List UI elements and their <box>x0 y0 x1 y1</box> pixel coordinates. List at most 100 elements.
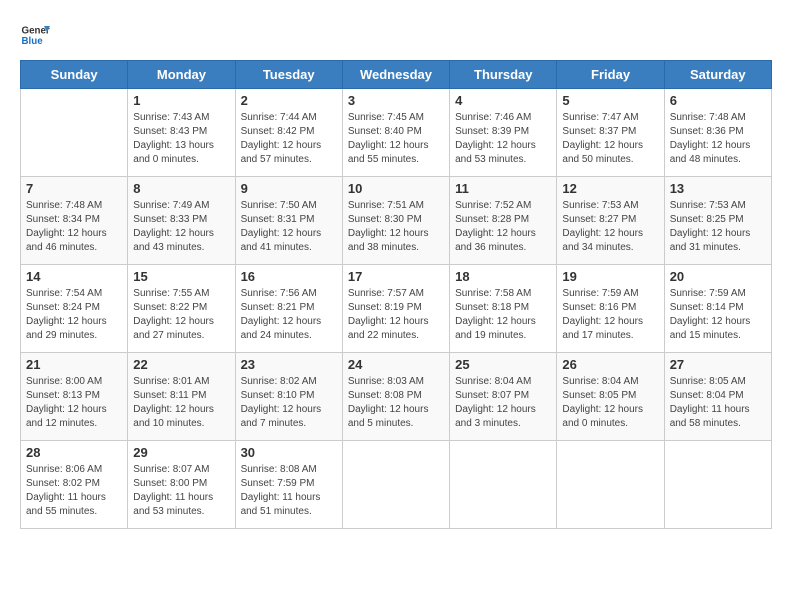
day-number: 21 <box>26 357 122 372</box>
calendar-cell: 2Sunrise: 7:44 AMSunset: 8:42 PMDaylight… <box>235 89 342 177</box>
day-number: 30 <box>241 445 337 460</box>
calendar-week-2: 7 Sunrise: 7:48 AMSunset: 8:34 PMDaylight… <box>21 177 772 265</box>
day-number: 20 <box>670 269 766 284</box>
cell-info: Sunrise: 7:55 AMSunset: 8:22 PMDaylight:… <box>133 287 229 343</box>
calendar-cell: 13 Sunrise: 7:53 AMSunset: 8:25 PMDayligh… <box>664 177 771 265</box>
cell-info: Sunrise: 8:03 AMSunset: 8:08 PMDaylight:… <box>348 375 444 431</box>
logo-icon: General Blue <box>20 20 50 50</box>
calendar-cell: 27 Sunrise: 8:05 AMSunset: 8:04 PMDayligh… <box>664 353 771 441</box>
cell-info: Sunrise: 8:06 AMSunset: 8:02 PMDaylight:… <box>26 463 122 519</box>
cell-info: Sunrise: 7:49 AMSunset: 8:33 PMDaylight:… <box>133 199 229 255</box>
day-header-friday: Friday <box>557 61 664 89</box>
day-number: 13 <box>670 181 766 196</box>
day-number: 28 <box>26 445 122 460</box>
calendar-week-4: 21 Sunrise: 8:00 AMSunset: 8:13 PMDayligh… <box>21 353 772 441</box>
cell-info: Sunrise: 7:59 AMSunset: 8:14 PMDaylight:… <box>670 287 766 343</box>
calendar-cell: 20 Sunrise: 7:59 AMSunset: 8:14 PMDayligh… <box>664 265 771 353</box>
day-header-sunday: Sunday <box>21 61 128 89</box>
cell-info: Sunrise: 8:04 AMSunset: 8:07 PMDaylight:… <box>455 375 551 431</box>
calendar-cell: 11 Sunrise: 7:52 AMSunset: 8:28 PMDayligh… <box>450 177 557 265</box>
cell-info: Sunrise: 7:48 AMSunset: 8:36 PMDaylight:… <box>670 111 766 167</box>
day-number: 8 <box>133 181 229 196</box>
calendar-cell: 1 Sunrise: 7:43 AMSunset: 8:43 PMDaylight… <box>128 89 235 177</box>
cell-info: Sunrise: 7:59 AMSunset: 8:16 PMDaylight:… <box>562 287 658 343</box>
page-header: General Blue <box>20 20 772 50</box>
calendar-cell <box>342 441 449 529</box>
cell-info: Sunrise: 8:04 AMSunset: 8:05 PMDaylight:… <box>562 375 658 431</box>
cell-info: Sunrise: 7:58 AMSunset: 8:18 PMDaylight:… <box>455 287 551 343</box>
cell-info: Sunrise: 7:54 AMSunset: 8:24 PMDaylight:… <box>26 287 122 343</box>
day-number: 25 <box>455 357 551 372</box>
day-number: 29 <box>133 445 229 460</box>
calendar-cell: 25 Sunrise: 8:04 AMSunset: 8:07 PMDayligh… <box>450 353 557 441</box>
day-header-thursday: Thursday <box>450 61 557 89</box>
header-row: SundayMondayTuesdayWednesdayThursdayFrid… <box>21 61 772 89</box>
calendar-cell: 22 Sunrise: 8:01 AMSunset: 8:11 PMDayligh… <box>128 353 235 441</box>
day-number: 22 <box>133 357 229 372</box>
day-header-saturday: Saturday <box>664 61 771 89</box>
day-number: 10 <box>348 181 444 196</box>
day-number: 19 <box>562 269 658 284</box>
calendar-cell: 29 Sunrise: 8:07 AMSunset: 8:00 PMDayligh… <box>128 441 235 529</box>
calendar-cell <box>450 441 557 529</box>
calendar-cell: 26 Sunrise: 8:04 AMSunset: 8:05 PMDayligh… <box>557 353 664 441</box>
day-number: 23 <box>241 357 337 372</box>
cell-info: Sunrise: 7:45 AMSunset: 8:40 PMDaylight:… <box>348 111 444 167</box>
day-number: 14 <box>26 269 122 284</box>
cell-info: Sunrise: 7:53 AMSunset: 8:25 PMDaylight:… <box>670 199 766 255</box>
calendar-week-3: 14 Sunrise: 7:54 AMSunset: 8:24 PMDayligh… <box>21 265 772 353</box>
cell-info: Sunrise: 7:48 AMSunset: 8:34 PMDaylight:… <box>26 199 122 255</box>
calendar-cell: 17Sunrise: 7:57 AMSunset: 8:19 PMDayligh… <box>342 265 449 353</box>
calendar-cell: 24 Sunrise: 8:03 AMSunset: 8:08 PMDayligh… <box>342 353 449 441</box>
calendar-cell: 12 Sunrise: 7:53 AMSunset: 8:27 PMDayligh… <box>557 177 664 265</box>
cell-info: Sunrise: 8:00 AMSunset: 8:13 PMDaylight:… <box>26 375 122 431</box>
calendar-week-5: 28 Sunrise: 8:06 AMSunset: 8:02 PMDayligh… <box>21 441 772 529</box>
day-number: 24 <box>348 357 444 372</box>
calendar-cell: 14 Sunrise: 7:54 AMSunset: 8:24 PMDayligh… <box>21 265 128 353</box>
day-number: 15 <box>133 269 229 284</box>
day-number: 11 <box>455 181 551 196</box>
calendar-header: SundayMondayTuesdayWednesdayThursdayFrid… <box>21 61 772 89</box>
calendar-cell: 30Sunrise: 8:08 AMSunset: 7:59 PMDayligh… <box>235 441 342 529</box>
day-header-monday: Monday <box>128 61 235 89</box>
calendar-cell: 3 Sunrise: 7:45 AMSunset: 8:40 PMDaylight… <box>342 89 449 177</box>
cell-info: Sunrise: 7:43 AMSunset: 8:43 PMDaylight:… <box>133 111 229 167</box>
cell-info: Sunrise: 7:46 AMSunset: 8:39 PMDaylight:… <box>455 111 551 167</box>
cell-info: Sunrise: 8:07 AMSunset: 8:00 PMDaylight:… <box>133 463 229 519</box>
calendar-cell: 10 Sunrise: 7:51 AMSunset: 8:30 PMDayligh… <box>342 177 449 265</box>
day-number: 7 <box>26 181 122 196</box>
calendar-cell: 5 Sunrise: 7:47 AMSunset: 8:37 PMDaylight… <box>557 89 664 177</box>
day-number: 9 <box>241 181 337 196</box>
day-number: 27 <box>670 357 766 372</box>
svg-text:Blue: Blue <box>22 36 44 47</box>
calendar-cell: 6Sunrise: 7:48 AMSunset: 8:36 PMDaylight… <box>664 89 771 177</box>
cell-info: Sunrise: 7:47 AMSunset: 8:37 PMDaylight:… <box>562 111 658 167</box>
calendar-cell: 16 Sunrise: 7:56 AMSunset: 8:21 PMDayligh… <box>235 265 342 353</box>
calendar-cell <box>664 441 771 529</box>
cell-info: Sunrise: 7:44 AMSunset: 8:42 PMDaylight:… <box>241 111 337 167</box>
day-number: 26 <box>562 357 658 372</box>
cell-info: Sunrise: 8:02 AMSunset: 8:10 PMDaylight:… <box>241 375 337 431</box>
day-number: 16 <box>241 269 337 284</box>
cell-info: Sunrise: 7:56 AMSunset: 8:21 PMDaylight:… <box>241 287 337 343</box>
calendar-cell: 21 Sunrise: 8:00 AMSunset: 8:13 PMDayligh… <box>21 353 128 441</box>
day-number: 18 <box>455 269 551 284</box>
cell-info: Sunrise: 7:50 AMSunset: 8:31 PMDaylight:… <box>241 199 337 255</box>
day-number: 12 <box>562 181 658 196</box>
calendar-cell: 28 Sunrise: 8:06 AMSunset: 8:02 PMDayligh… <box>21 441 128 529</box>
cell-info: Sunrise: 8:05 AMSunset: 8:04 PMDaylight:… <box>670 375 766 431</box>
day-number: 5 <box>562 93 658 108</box>
logo: General Blue <box>20 20 50 50</box>
calendar-cell: 4Sunrise: 7:46 AMSunset: 8:39 PMDaylight… <box>450 89 557 177</box>
cell-info: Sunrise: 8:01 AMSunset: 8:11 PMDaylight:… <box>133 375 229 431</box>
cell-info: Sunrise: 7:52 AMSunset: 8:28 PMDaylight:… <box>455 199 551 255</box>
calendar-table: SundayMondayTuesdayWednesdayThursdayFrid… <box>20 60 772 529</box>
calendar-cell: 8 Sunrise: 7:49 AMSunset: 8:33 PMDaylight… <box>128 177 235 265</box>
day-number: 1 <box>133 93 229 108</box>
cell-info: Sunrise: 7:51 AMSunset: 8:30 PMDaylight:… <box>348 199 444 255</box>
day-number: 17 <box>348 269 444 284</box>
calendar-cell <box>21 89 128 177</box>
cell-info: Sunrise: 7:53 AMSunset: 8:27 PMDaylight:… <box>562 199 658 255</box>
day-header-wednesday: Wednesday <box>342 61 449 89</box>
day-number: 3 <box>348 93 444 108</box>
